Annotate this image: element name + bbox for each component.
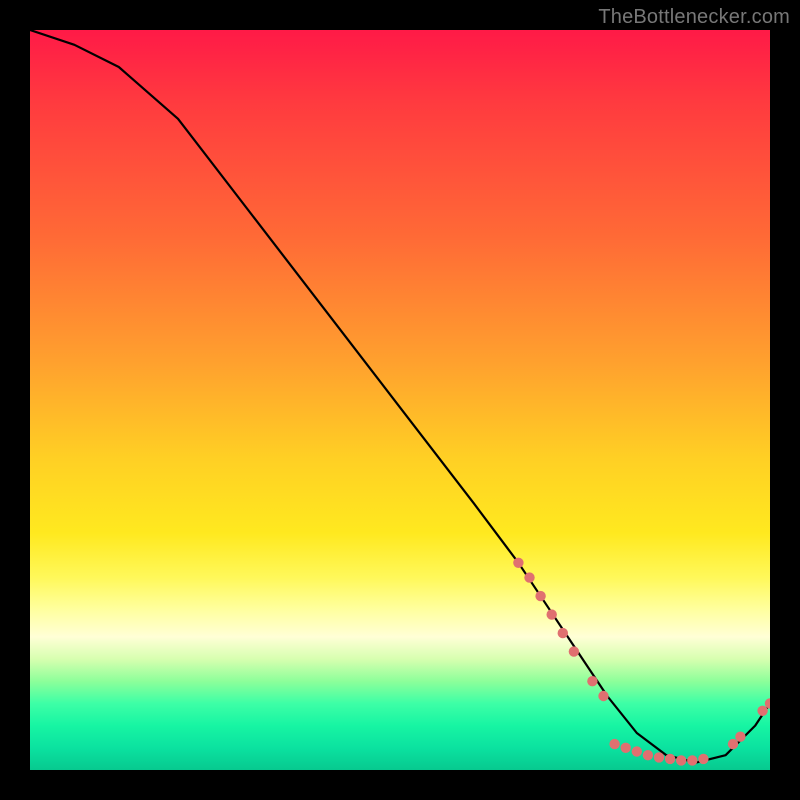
- chart-frame: TheBottlenecker.com: [0, 0, 800, 800]
- marker-layer: [513, 558, 770, 766]
- data-marker: [735, 732, 745, 742]
- data-marker: [547, 609, 557, 619]
- plot-area: [30, 30, 770, 770]
- data-marker: [757, 706, 767, 716]
- data-marker: [524, 572, 534, 582]
- data-marker: [643, 750, 653, 760]
- data-marker: [598, 691, 608, 701]
- data-marker: [665, 754, 675, 764]
- curve-layer: [30, 30, 770, 763]
- data-marker: [609, 739, 619, 749]
- plot-svg: [30, 30, 770, 770]
- data-marker: [676, 755, 686, 765]
- data-marker: [513, 558, 523, 568]
- data-marker: [569, 646, 579, 656]
- data-marker: [698, 754, 708, 764]
- data-marker: [621, 743, 631, 753]
- data-marker: [728, 739, 738, 749]
- data-marker: [632, 746, 642, 756]
- data-marker: [587, 676, 597, 686]
- watermark-text: TheBottlenecker.com: [598, 6, 790, 29]
- data-marker: [535, 591, 545, 601]
- data-marker: [687, 755, 697, 765]
- data-marker: [558, 628, 568, 638]
- bottleneck-curve: [30, 30, 770, 763]
- data-marker: [654, 752, 664, 762]
